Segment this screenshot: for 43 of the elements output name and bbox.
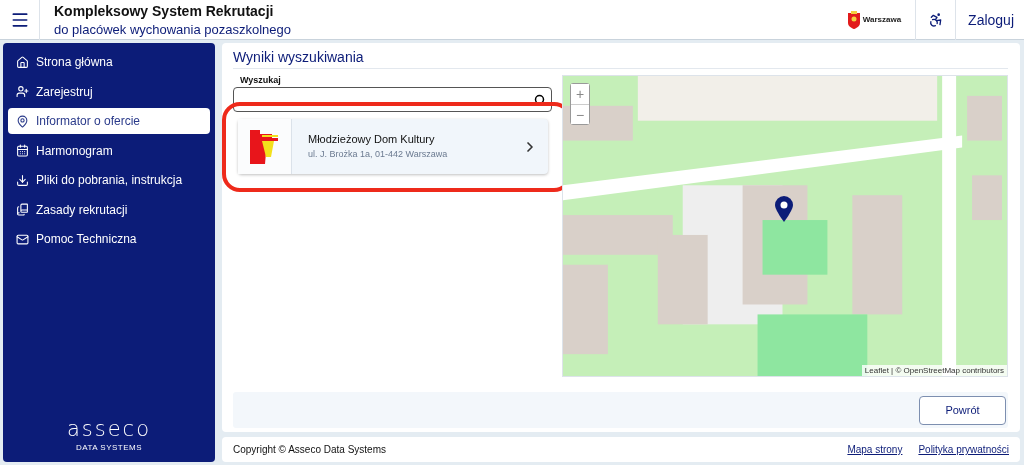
copyright-text: Copyright © Asseco Data Systems bbox=[233, 444, 386, 455]
user-plus-icon bbox=[16, 85, 29, 98]
app-title: Kompleksowy System Rekrutacji bbox=[54, 2, 275, 19]
sidebar-item[interactable]: Zasady rekrutacji bbox=[8, 196, 210, 223]
coat-of-arms-icon bbox=[847, 10, 860, 29]
envelope-icon bbox=[16, 232, 29, 246]
footer-link[interactable]: Polityka prywatności bbox=[918, 444, 1009, 455]
home-icon bbox=[16, 55, 29, 69]
brand-logo: asseco bbox=[66, 417, 152, 441]
sidebar-item[interactable]: Pliki do pobrania, instrukcja bbox=[8, 167, 210, 193]
search-field[interactable] bbox=[233, 87, 552, 112]
result-card[interactable]: Młodzieżowy Dom Kultury ul. J. Brożka 1a, 01-442 Warszawa bbox=[238, 119, 548, 174]
sidebar-item[interactable]: Zarejestruj bbox=[8, 78, 210, 105]
download-icon bbox=[16, 173, 29, 187]
sidebar-item[interactable]: Informator o ofercie bbox=[8, 108, 210, 134]
sidebar-item-label: Zasady rekrutacji bbox=[36, 202, 128, 217]
sidebar-item[interactable]: Harmonogram bbox=[8, 137, 210, 164]
sidebar-item[interactable]: Pomoc Techniczna bbox=[8, 226, 210, 252]
logo-caption: Warszawa bbox=[862, 15, 902, 24]
panel-title: Wyniki wyszukiwania bbox=[233, 49, 1008, 69]
back-button[interactable]: Powrót bbox=[919, 395, 1006, 425]
pin-icon bbox=[16, 114, 29, 128]
result-name: Młodzieżowy Dom Kultury bbox=[308, 133, 436, 145]
map-attribution: Leaflet | © OpenStreetMap contributors bbox=[861, 365, 1007, 376]
institution-logo-icon bbox=[249, 129, 280, 164]
login-link[interactable]: Zaloguj bbox=[956, 11, 1024, 28]
book-icon bbox=[16, 203, 29, 216]
sidebar-item-label: Pliki do pobrania, instrukcja bbox=[36, 173, 183, 187]
zoom-out-button[interactable]: − bbox=[571, 104, 589, 124]
search-label: Wyszukaj bbox=[240, 75, 282, 85]
footer-link[interactable]: Mapa strony bbox=[847, 444, 903, 455]
brand-subtitle: DATA SYSTEMS bbox=[75, 443, 143, 452]
sidebar-item-label: Pomoc Techniczna bbox=[36, 232, 137, 246]
result-address: ul. J. Brożka 1a, 01-442 Warszawa bbox=[308, 149, 449, 159]
calendar-icon bbox=[16, 144, 29, 157]
sidebar-item-label: Strona główna bbox=[36, 55, 113, 69]
sidebar-item-label: Informator o ofercie bbox=[36, 114, 141, 128]
app-subtitle: do placówek wychowania pozaszkolnego bbox=[54, 21, 293, 37]
sidebar-item-label: Zarejestruj bbox=[36, 84, 93, 99]
map-marker-icon bbox=[775, 196, 793, 222]
accessibility-icon bbox=[927, 11, 944, 28]
sidebar-item[interactable]: Strona główna bbox=[8, 49, 210, 75]
sidebar-item-label: Harmonogram bbox=[36, 143, 113, 158]
